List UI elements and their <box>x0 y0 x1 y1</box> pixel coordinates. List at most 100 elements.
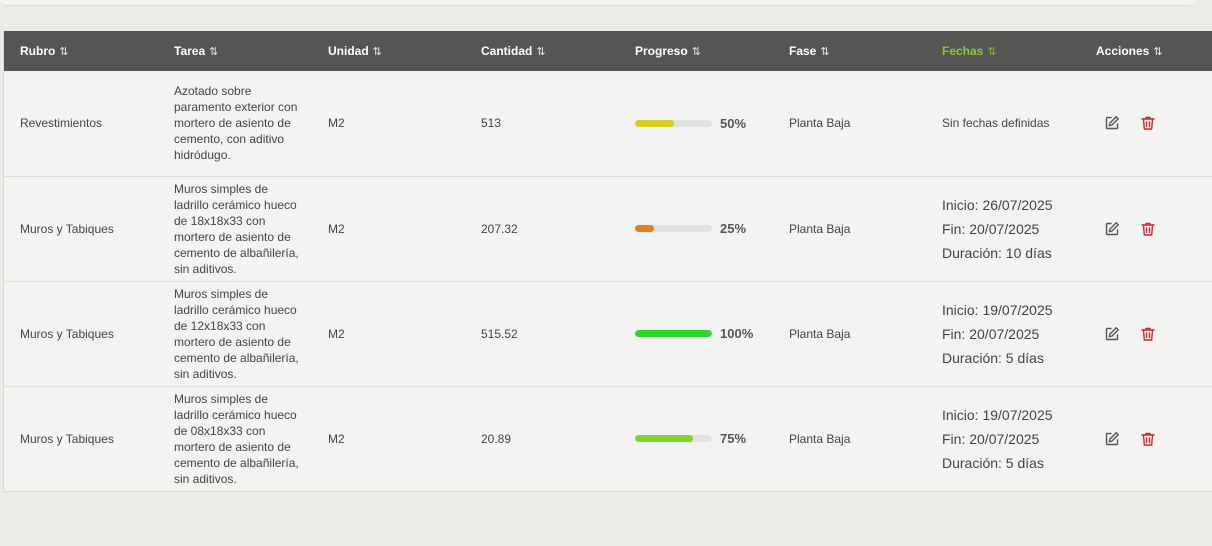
progress-indicator: 100% <box>635 326 773 341</box>
edit-icon[interactable] <box>1104 326 1120 342</box>
cell-tarea: Muros simples de ladrillo cerámico hueco… <box>174 286 299 381</box>
edit-icon[interactable] <box>1104 431 1120 447</box>
cell-fase: Planta Baja <box>789 221 851 236</box>
sort-icon[interactable]: ⇅ <box>209 46 218 58</box>
cell-tarea: Azotado sobre paramento exterior con mor… <box>174 84 298 163</box>
cell-cantidad: 513 <box>481 116 502 131</box>
delete-icon[interactable] <box>1140 326 1156 342</box>
column-header-label: Fase <box>789 44 817 58</box>
sort-icon[interactable]: ⇅ <box>820 46 829 58</box>
tasks-table-container: Rubro ⇅ Tarea ⇅ Unidad ⇅ Cantidad ⇅ Progreso… <box>3 31 1212 492</box>
table-row: Revestimientos Azotado sobre paramento e… <box>4 71 1212 176</box>
column-header-label: Cantidad <box>481 44 533 58</box>
table-row: Muros y Tabiques Muros simples de ladril… <box>4 386 1212 491</box>
cell-progreso: 100% <box>619 281 773 386</box>
cell-unidad: M2 <box>328 431 345 446</box>
column-header-rubro[interactable]: Rubro ⇅ <box>4 31 158 71</box>
cell-fase: Planta Baja <box>789 431 851 446</box>
progress-fill <box>635 435 693 443</box>
progress-percent: 25% <box>720 221 747 236</box>
row-actions <box>1096 326 1212 342</box>
tasks-table: Rubro ⇅ Tarea ⇅ Unidad ⇅ Cantidad ⇅ Progreso… <box>4 31 1212 491</box>
progress-track <box>635 225 712 232</box>
cell-unidad: M2 <box>328 116 345 131</box>
fecha-fin: Fin: 20/07/2025 <box>942 220 1040 237</box>
delete-icon[interactable] <box>1140 431 1156 447</box>
column-header-acciones[interactable]: Acciones ⇅ <box>1080 31 1212 71</box>
column-header-fase[interactable]: Fase ⇅ <box>773 31 926 71</box>
cell-fase: Planta Baja <box>789 116 851 131</box>
edit-icon[interactable] <box>1104 221 1120 237</box>
cell-rubro: Revestimientos <box>20 116 103 131</box>
progress-percent: 75% <box>720 431 747 447</box>
cell-fechas: Inicio: 26/07/2025 Fin: 20/07/2025 Durac… <box>926 176 1080 281</box>
cell-rubro: Muros y Tabiques <box>20 326 114 341</box>
cell-fechas: Inicio: 19/07/2025 Fin: 20/07/2025 Durac… <box>926 281 1080 386</box>
row-actions <box>1096 431 1212 447</box>
cell-rubro: Muros y Tabiques <box>20 221 114 236</box>
progress-percent: 50% <box>720 115 747 131</box>
column-header-progreso[interactable]: Progreso ⇅ <box>619 31 773 71</box>
fecha-inicio: Inicio: 26/07/2025 <box>942 196 1053 213</box>
fecha-duracion: Duración: 5 días <box>942 349 1044 366</box>
cell-unidad: M2 <box>328 326 345 341</box>
fecha-fin: Fin: 20/07/2025 <box>942 430 1040 447</box>
progress-indicator: 75% <box>635 431 773 446</box>
cell-progreso: 50% <box>619 71 773 176</box>
table-header-row: Rubro ⇅ Tarea ⇅ Unidad ⇅ Cantidad ⇅ Progreso… <box>4 31 1212 71</box>
edit-icon[interactable] <box>1104 115 1120 131</box>
column-header-label: Acciones <box>1096 44 1150 58</box>
fecha-fin: Fin: 20/07/2025 <box>942 325 1040 342</box>
column-header-label: Tarea <box>174 44 206 58</box>
progress-indicator: 25% <box>635 221 773 236</box>
column-header-unidad[interactable]: Unidad ⇅ <box>312 31 465 71</box>
sort-icon[interactable]: ⇅ <box>536 46 545 58</box>
cell-progreso: 75% <box>619 386 773 491</box>
progress-track <box>635 330 712 337</box>
progress-fill <box>635 119 674 127</box>
fecha-duracion: Duración: 10 días <box>942 244 1052 261</box>
cell-acciones <box>1080 281 1212 386</box>
cell-tarea: Muros simples de ladrillo cerámico hueco… <box>174 181 299 276</box>
progress-indicator: 50% <box>635 116 773 131</box>
cell-tarea: Muros simples de ladrillo cerámico hueco… <box>174 391 299 486</box>
top-card-edge <box>0 0 1196 6</box>
cell-acciones <box>1080 71 1212 176</box>
sort-icon[interactable]: ⇅ <box>59 46 68 58</box>
fechas-empty: Sin fechas definidas <box>942 116 1050 131</box>
cell-rubro: Muros y Tabiques <box>20 431 114 446</box>
column-header-label: Unidad <box>328 44 369 58</box>
delete-icon[interactable] <box>1140 115 1156 131</box>
cell-fase: Planta Baja <box>789 326 851 341</box>
sort-icon[interactable]: ⇅ <box>373 46 382 58</box>
fecha-inicio: Inicio: 19/07/2025 <box>942 301 1053 318</box>
row-actions <box>1096 221 1212 237</box>
progress-percent: 100% <box>720 326 754 341</box>
fecha-duracion: Duración: 5 días <box>942 454 1044 471</box>
cell-acciones <box>1080 176 1212 281</box>
column-header-label: Progreso <box>635 44 688 58</box>
column-header-tarea[interactable]: Tarea ⇅ <box>158 31 312 71</box>
cell-fechas: Inicio: 19/07/2025 Fin: 20/07/2025 Durac… <box>926 386 1080 491</box>
progress-fill <box>635 225 655 232</box>
column-header-label: Fechas <box>942 44 984 58</box>
table-row: Muros y Tabiques Muros simples de ladril… <box>4 281 1212 386</box>
cell-fechas: Sin fechas definidas <box>926 71 1080 176</box>
cell-unidad: M2 <box>328 221 345 236</box>
row-actions <box>1096 115 1212 131</box>
column-header-fechas[interactable]: Fechas ⇅ <box>926 31 1080 71</box>
table-row: Muros y Tabiques Muros simples de ladril… <box>4 176 1212 281</box>
sort-icon[interactable]: ⇅ <box>987 46 996 58</box>
cell-cantidad: 515.52 <box>481 326 518 341</box>
column-header-label: Rubro <box>20 44 56 58</box>
sort-icon[interactable]: ⇅ <box>1153 46 1162 58</box>
sort-icon[interactable]: ⇅ <box>692 46 701 58</box>
cell-cantidad: 207.32 <box>481 221 518 236</box>
cell-progreso: 25% <box>619 176 773 281</box>
progress-track <box>635 119 712 127</box>
delete-icon[interactable] <box>1140 221 1156 237</box>
fecha-inicio: Inicio: 19/07/2025 <box>942 406 1053 423</box>
column-header-cantidad[interactable]: Cantidad ⇅ <box>465 31 619 71</box>
cell-acciones <box>1080 386 1212 491</box>
progress-track <box>635 435 712 443</box>
